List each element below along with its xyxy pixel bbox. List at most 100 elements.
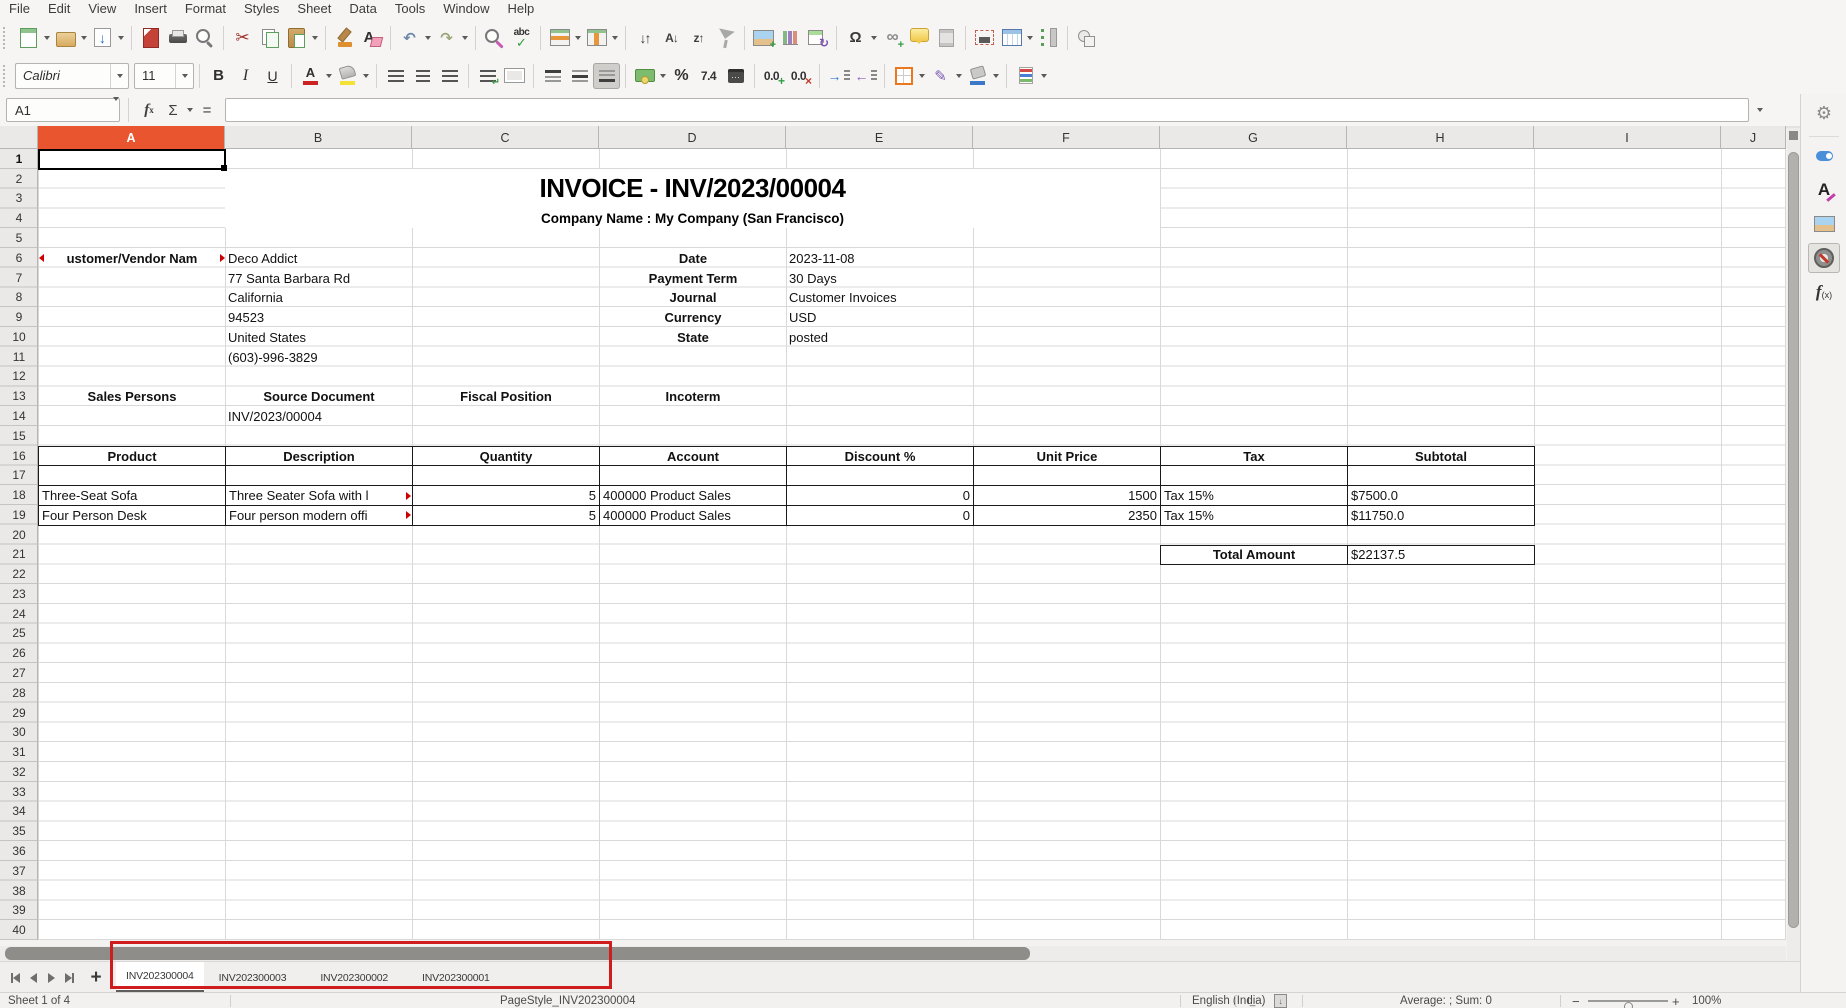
underline-button[interactable] xyxy=(259,63,286,89)
invoice-header-block[interactable]: INVOICE - INV/2023/00004 Company Name : … xyxy=(225,169,1160,228)
italic-button[interactable] xyxy=(232,63,259,89)
insert-row-dropdown[interactable] xyxy=(573,25,582,51)
cell-H17[interactable] xyxy=(1347,465,1535,486)
center-vertically-button[interactable] xyxy=(566,63,593,89)
add-sheet-button[interactable]: + xyxy=(84,967,108,989)
delete-decimal-place-button[interactable] xyxy=(787,63,814,89)
row-header-31[interactable]: 31 xyxy=(0,742,38,762)
cell-G19[interactable]: Tax 15% xyxy=(1160,505,1348,526)
insert-hyperlink-button[interactable] xyxy=(879,25,906,51)
menu-file[interactable]: File xyxy=(0,0,39,18)
cell-E9[interactable]: USD xyxy=(786,307,974,328)
cell-A19[interactable]: Four Person Desk xyxy=(38,505,226,526)
row-header-24[interactable]: 24 xyxy=(0,604,38,624)
autosum-button[interactable]: Σ xyxy=(161,98,185,122)
vertical-scrollbar-thumb[interactable] xyxy=(1788,152,1799,928)
menu-edit[interactable]: Edit xyxy=(39,0,79,18)
cell-D16[interactable]: Account xyxy=(599,446,787,467)
menu-tools[interactable]: Tools xyxy=(386,0,434,18)
menu-styles[interactable]: Styles xyxy=(235,0,288,18)
sidebar-navigator-icon[interactable] xyxy=(1808,243,1840,273)
new-spreadsheet-dropdown[interactable] xyxy=(42,25,51,51)
previous-sheet-button[interactable] xyxy=(24,968,42,988)
insert-row-button[interactable] xyxy=(546,25,573,51)
next-sheet-button[interactable] xyxy=(42,968,60,988)
print-area-button[interactable] xyxy=(971,25,998,51)
row-header-8[interactable]: 8 xyxy=(0,287,38,307)
merge-cells-button[interactable] xyxy=(501,63,528,89)
insert-special-character-dropdown[interactable] xyxy=(869,25,878,51)
highlighting-color-dropdown[interactable] xyxy=(361,63,370,89)
cell-C19[interactable]: 5 xyxy=(412,505,600,526)
column-header-G[interactable]: G xyxy=(1160,126,1347,149)
cell-D7[interactable]: Payment Term xyxy=(599,268,787,289)
row-header-11[interactable]: 11 xyxy=(0,347,38,367)
cell-E17[interactable] xyxy=(786,465,974,486)
horizontal-scrollbar-thumb[interactable] xyxy=(5,947,1030,960)
menu-insert[interactable]: Insert xyxy=(125,0,176,18)
row-header-18[interactable]: 18 xyxy=(0,485,38,505)
row-header-30[interactable]: 30 xyxy=(0,722,38,742)
cell-B6[interactable]: Deco Addict xyxy=(225,248,413,269)
row-header-38[interactable]: 38 xyxy=(0,881,38,901)
cell-A16[interactable]: Product xyxy=(38,446,226,467)
column-header-H[interactable]: H xyxy=(1347,126,1534,149)
format-as-date-button[interactable] xyxy=(722,63,749,89)
row-header-27[interactable]: 27 xyxy=(0,663,38,683)
first-sheet-button[interactable] xyxy=(6,968,24,988)
borders-dropdown[interactable] xyxy=(917,63,926,89)
export-pdf-button[interactable] xyxy=(137,25,164,51)
zoom-in-button[interactable]: + xyxy=(1672,993,1680,1008)
row-header-13[interactable]: 13 xyxy=(0,386,38,406)
sidebar-functions-icon[interactable] xyxy=(1808,277,1840,307)
conditional-formatting-dropdown[interactable] xyxy=(1039,63,1048,89)
row-header-39[interactable]: 39 xyxy=(0,900,38,920)
zoom-level[interactable]: 100% xyxy=(1692,993,1721,1008)
cell-F16[interactable]: Unit Price xyxy=(973,446,1161,467)
cell-G17[interactable] xyxy=(1160,465,1348,486)
highlighting-color-button[interactable] xyxy=(334,63,361,89)
sort-button[interactable] xyxy=(631,25,658,51)
align-center-button[interactable] xyxy=(409,63,436,89)
row-header-1[interactable]: 1 xyxy=(0,149,38,169)
align-right-button[interactable] xyxy=(436,63,463,89)
align-bottom-button[interactable] xyxy=(593,63,620,89)
cell-D13[interactable]: Incoterm xyxy=(599,386,787,407)
row-header-14[interactable]: 14 xyxy=(0,406,38,426)
insert-special-character-button[interactable]: Ω xyxy=(842,25,869,51)
cell-H18[interactable]: $7500.0 xyxy=(1347,485,1535,506)
paste-dropdown[interactable] xyxy=(310,25,319,51)
column-header-C[interactable]: C xyxy=(412,126,599,149)
menu-help[interactable]: Help xyxy=(498,0,543,18)
row-header-19[interactable]: 19 xyxy=(0,505,38,525)
cell-G21[interactable]: Total Amount xyxy=(1160,545,1348,566)
cell-A6[interactable]: ustomer/Vendor Nam xyxy=(38,248,226,269)
row-header-23[interactable]: 23 xyxy=(0,584,38,604)
font-size-dropdown[interactable] xyxy=(175,64,193,88)
page-style[interactable]: PageStyle_INV202300004 xyxy=(500,993,636,1008)
cell-E6[interactable]: 2023-11-08 xyxy=(786,248,974,269)
cell-H21[interactable]: $22137.5 xyxy=(1347,545,1535,566)
cell-C17[interactable] xyxy=(412,465,600,486)
redo-dropdown[interactable] xyxy=(460,25,469,51)
new-spreadsheet-button[interactable] xyxy=(15,25,42,51)
column-header-A[interactable]: A xyxy=(38,126,225,149)
cell-B11[interactable]: (603)-996-3829 xyxy=(225,347,413,368)
menu-window[interactable]: Window xyxy=(434,0,498,18)
cell-A13[interactable]: Sales Persons xyxy=(38,386,226,407)
open-file-button[interactable] xyxy=(52,25,79,51)
cell-A17[interactable] xyxy=(38,465,226,486)
find-and-replace-button[interactable] xyxy=(481,25,508,51)
column-header-B[interactable]: B xyxy=(225,126,412,149)
menu-sheet[interactable]: Sheet xyxy=(288,0,340,18)
row-header-6[interactable]: 6 xyxy=(0,248,38,268)
row-header-32[interactable]: 32 xyxy=(0,762,38,782)
row-header-2[interactable]: 2 xyxy=(0,169,38,189)
align-top-button[interactable] xyxy=(539,63,566,89)
row-header-20[interactable]: 20 xyxy=(0,525,38,545)
row-header-34[interactable]: 34 xyxy=(0,802,38,822)
function-wizard-button[interactable]: fx xyxy=(137,98,161,122)
cell-H16[interactable]: Subtotal xyxy=(1347,446,1535,467)
row-header-22[interactable]: 22 xyxy=(0,564,38,584)
insert-mode-indicator[interactable]: I_ xyxy=(1247,993,1255,1008)
